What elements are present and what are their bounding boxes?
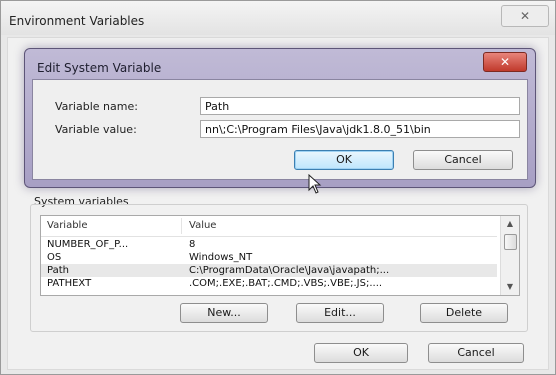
- outer-ok-button[interactable]: OK: [314, 343, 408, 363]
- row-value: 8: [189, 239, 196, 250]
- table-row[interactable]: NUMBER_OF_P... 8: [41, 238, 497, 251]
- variable-value-input[interactable]: nn\;C:\Program Files\Java\jdk1.8.0_51\bi…: [200, 120, 520, 138]
- edit-dialog-close-button[interactable]: ✕: [483, 52, 527, 72]
- outer-titlebar[interactable]: Environment Variables ✕: [1, 1, 555, 35]
- scroll-down-icon[interactable]: ▼: [501, 279, 519, 295]
- column-header-value[interactable]: Value: [189, 220, 216, 231]
- delete-variable-button[interactable]: Delete: [420, 303, 508, 323]
- edit-system-variable-dialog: Edit System Variable ✕ Variable name: Pa…: [24, 48, 536, 188]
- variable-value-label: Variable value:: [55, 123, 137, 136]
- edit-ok-button[interactable]: OK: [294, 150, 394, 170]
- row-variable: OS: [47, 252, 62, 263]
- edit-dialog-client: Variable name: Path Variable value: nn\;…: [32, 79, 528, 180]
- column-separator[interactable]: [181, 218, 182, 234]
- edit-dialog-title: Edit System Variable: [37, 61, 162, 75]
- row-value: C:\ProgramData\Oracle\Java\javapath;...: [189, 265, 390, 276]
- outer-close-button[interactable]: ✕: [501, 5, 549, 27]
- list-scrollbar[interactable]: ▲ ▼: [500, 216, 519, 295]
- row-variable: PATHEXT: [47, 278, 92, 289]
- scroll-up-icon[interactable]: ▲: [501, 216, 519, 232]
- edit-variable-button[interactable]: Edit...: [296, 303, 384, 323]
- variable-name-label: Variable name:: [55, 100, 138, 113]
- table-row[interactable]: Path C:\ProgramData\Oracle\Java\javapath…: [41, 264, 497, 277]
- outer-window-title: Environment Variables: [9, 14, 145, 28]
- table-row[interactable]: OS Windows_NT: [41, 251, 497, 264]
- table-row[interactable]: PATHEXT .COM;.EXE;.BAT;.CMD;.VBS;.VBE;.J…: [41, 277, 497, 290]
- row-variable: Path: [47, 265, 69, 276]
- outer-cancel-button[interactable]: Cancel: [428, 343, 524, 363]
- column-header-variable[interactable]: Variable: [47, 220, 88, 231]
- row-value: Windows_NT: [189, 252, 253, 263]
- mouse-cursor-icon: [308, 174, 322, 194]
- row-value: .COM;.EXE;.BAT;.CMD;.VBS;.VBE;.JS;....: [189, 278, 383, 289]
- variable-name-input[interactable]: Path: [200, 97, 520, 115]
- system-variables-list[interactable]: Variable Value NUMBER_OF_P... 8 OS Windo…: [40, 215, 520, 296]
- list-header: Variable Value: [41, 216, 497, 237]
- row-variable: NUMBER_OF_P...: [47, 239, 129, 250]
- edit-cancel-button[interactable]: Cancel: [413, 150, 513, 170]
- new-variable-button[interactable]: New...: [180, 303, 268, 323]
- scrollbar-thumb[interactable]: [504, 234, 517, 250]
